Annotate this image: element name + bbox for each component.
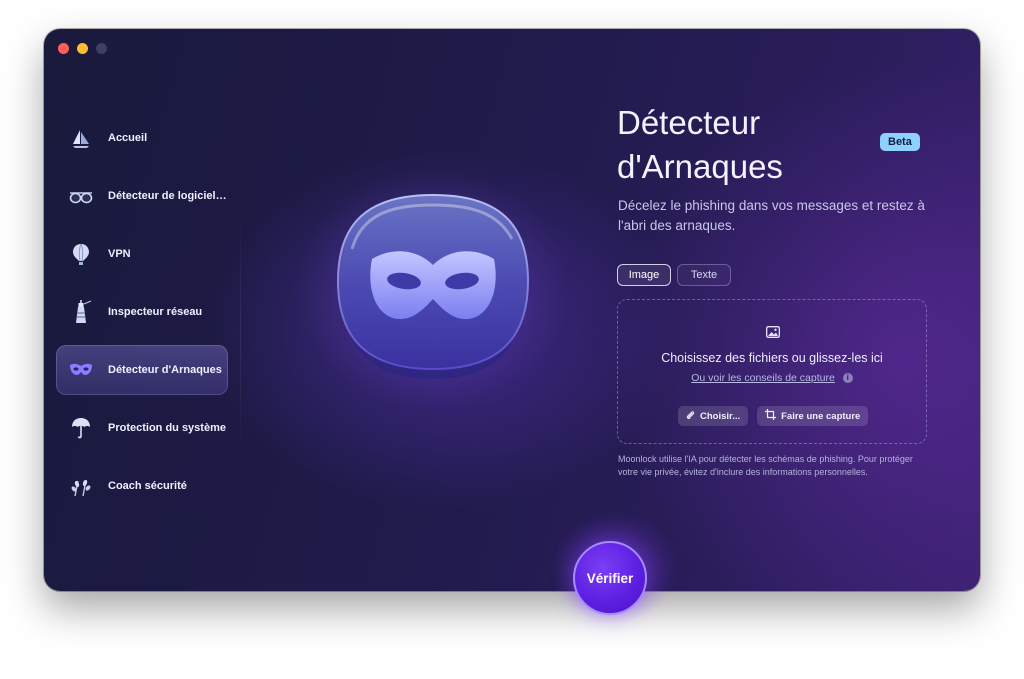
input-type-tabs: Image Texte xyxy=(617,264,731,286)
file-dropzone[interactable]: Choisissez des fichiers ou glissez-les i… xyxy=(617,299,927,444)
scam-detector-illustration xyxy=(282,159,582,419)
choose-files-button[interactable]: Choisir... xyxy=(678,406,749,426)
mask-icon xyxy=(68,357,94,383)
zoom-window-button[interactable] xyxy=(96,43,107,54)
minimize-window-button[interactable] xyxy=(77,43,88,54)
tab-image[interactable]: Image xyxy=(617,264,671,286)
privacy-disclaimer: Moonlock utilise l'IA pour détecter les … xyxy=(618,454,913,477)
sidebar-item-network-inspector[interactable]: Inspecteur réseau xyxy=(56,287,228,337)
page-subtitle: Décelez le phishing dans vos messages et… xyxy=(618,198,925,233)
window-controls xyxy=(58,43,107,54)
capture-tips-link[interactable]: Ou voir les conseils de capture xyxy=(691,372,835,384)
sidebar-item-label: VPN xyxy=(108,248,131,260)
sidebar-item-accueil[interactable]: Accueil xyxy=(56,113,228,163)
sidebar-item-scam-detector[interactable]: Détecteur d'Arnaques xyxy=(56,345,228,395)
dropzone-instructions: Choisissez des fichiers ou glissez-les i… xyxy=(661,351,883,365)
lighthouse-icon xyxy=(68,299,94,325)
page-title: Détecteur d'Arnaques xyxy=(617,104,783,185)
sidebar-item-label: Détecteur de logiciels malveillants xyxy=(108,190,228,202)
sidebar: Accueil Détecteur de logiciels malveilla… xyxy=(56,113,242,519)
app-window: Accueil Détecteur de logiciels malveilla… xyxy=(44,29,980,591)
sidebar-item-security-coach[interactable]: Coach sécurité xyxy=(56,461,228,511)
sidebar-item-label: Accueil xyxy=(108,132,148,144)
tab-text[interactable]: Texte xyxy=(677,264,731,286)
take-capture-button[interactable]: Faire une capture xyxy=(757,406,869,426)
sidebar-item-system-protection[interactable]: Protection du système xyxy=(56,403,228,453)
sidebar-item-label: Détecteur d'Arnaques xyxy=(108,364,222,376)
take-capture-label: Faire une capture xyxy=(781,410,861,422)
sidebar-item-malware-detector[interactable]: Détecteur de logiciels malveillants xyxy=(56,171,228,221)
wheat-icon xyxy=(68,473,94,499)
umbrella-icon xyxy=(68,415,94,441)
crop-icon xyxy=(765,409,777,423)
close-window-button[interactable] xyxy=(58,43,69,54)
sailboat-icon xyxy=(68,125,94,151)
sidebar-item-vpn[interactable]: VPN xyxy=(56,229,228,279)
glasses-icon xyxy=(68,183,94,209)
sidebar-item-label: Inspecteur réseau xyxy=(108,306,203,318)
sidebar-item-label: Protection du système xyxy=(108,422,226,434)
verify-button[interactable]: Vérifier xyxy=(573,541,647,615)
mask-icon xyxy=(336,193,530,379)
choose-files-label: Choisir... xyxy=(700,410,741,422)
hot-air-balloon-icon xyxy=(68,241,94,267)
image-icon xyxy=(766,325,780,343)
paperclip-icon xyxy=(686,410,695,423)
sidebar-item-label: Coach sécurité xyxy=(108,480,187,492)
info-icon[interactable]: i xyxy=(842,373,853,384)
beta-badge: Beta xyxy=(880,133,920,151)
